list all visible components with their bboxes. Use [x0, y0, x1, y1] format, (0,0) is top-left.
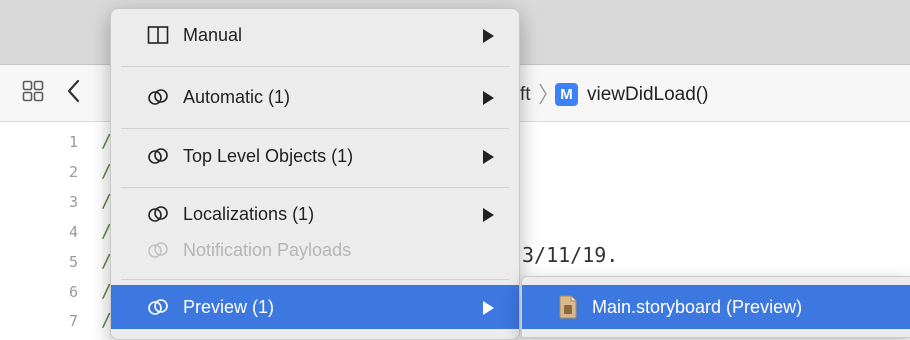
line-number: 4 — [68, 223, 78, 241]
menu-item-label: Localizations (1) — [183, 204, 315, 224]
submenu-arrow-icon — [483, 150, 494, 164]
menu-item-top-level-objects[interactable]: Top Level Objects (1) — [111, 134, 519, 178]
line-number: 5 — [68, 253, 78, 271]
back-chevron-icon[interactable] — [66, 78, 82, 104]
assistant-editor-menu: Manual Automatic (1) Top Level Objects (… — [110, 8, 520, 340]
method-badge-icon: M — [555, 83, 578, 106]
linked-circles-icon — [148, 299, 168, 315]
menu-separator — [121, 66, 509, 67]
linked-circles-icon — [148, 148, 168, 164]
submenu-item-main-storyboard-preview[interactable]: Main.storyboard (Preview) — [522, 285, 910, 329]
menu-item-preview[interactable]: Preview (1) — [111, 285, 519, 329]
menu-item-notification-payloads: Notification Payloads — [111, 228, 519, 272]
submenu-arrow-icon — [483, 208, 494, 222]
menu-item-label: Manual — [183, 25, 243, 45]
storyboard-file-icon — [559, 295, 577, 319]
code-text-fragment: 3/11/19. — [522, 243, 619, 267]
breadcrumb-method[interactable]: viewDidLoad() — [587, 84, 708, 106]
submenu-arrow-icon — [483, 301, 494, 315]
line-number: 2 — [68, 163, 78, 181]
line-number: 1 — [68, 133, 78, 151]
menu-item-label: Top Level Objects (1) — [183, 146, 354, 166]
menu-item-automatic[interactable]: Automatic (1) — [111, 75, 519, 119]
line-number: 6 — [68, 283, 78, 301]
submenu-arrow-icon — [483, 29, 494, 43]
menu-separator — [121, 187, 509, 188]
linked-circles-icon — [148, 206, 168, 222]
breadcrumb-separator-icon — [539, 83, 547, 105]
submenu-arrow-icon — [483, 91, 494, 105]
menu-separator — [121, 128, 509, 129]
menu-separator — [121, 279, 509, 280]
linked-circles-icon — [148, 242, 168, 258]
line-number: 3 — [68, 193, 78, 211]
menu-item-label: Automatic (1) — [183, 87, 291, 107]
menu-item-label: Notification Payloads — [183, 240, 352, 260]
preview-submenu: Main.storyboard (Preview) — [521, 276, 910, 338]
menu-item-manual[interactable]: Manual — [111, 13, 519, 57]
menu-item-label: Preview (1) — [183, 297, 275, 317]
related-items-grid-icon[interactable] — [22, 80, 44, 102]
linked-circles-icon — [148, 89, 168, 105]
split-pane-icon — [147, 26, 169, 44]
breadcrumb-file-fragment[interactable]: ft — [520, 84, 531, 106]
line-number: 7 — [68, 312, 78, 330]
submenu-item-label: Main.storyboard (Preview) — [592, 297, 803, 317]
